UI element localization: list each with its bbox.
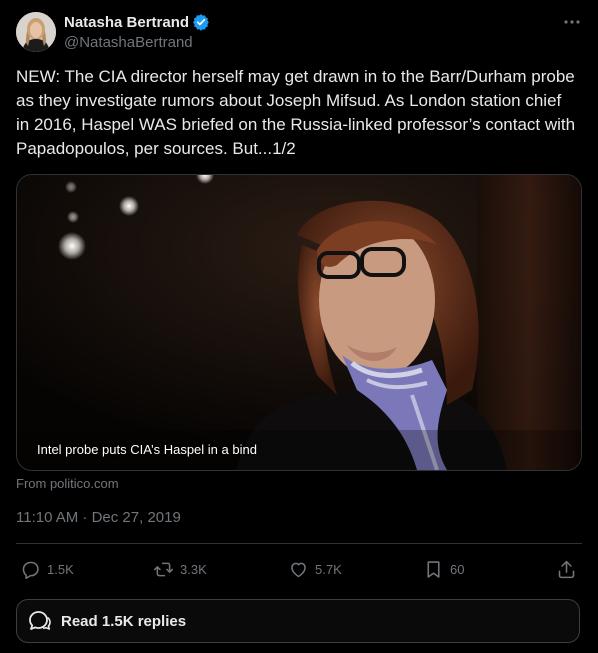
reply-icon — [22, 561, 39, 579]
action-bar: 1.5K 3.3K 5.7K 60 — [16, 552, 582, 586]
divider — [16, 543, 582, 544]
retweet-button[interactable]: 3.3K — [153, 552, 207, 586]
read-replies-button[interactable]: Read 1.5K replies — [16, 599, 580, 643]
more-icon[interactable] — [562, 16, 582, 28]
share-button[interactable] — [556, 552, 583, 586]
like-count: 5.7K — [315, 561, 342, 577]
like-button[interactable]: 5.7K — [288, 552, 342, 586]
card-title: Intel probe puts CIA’s Haspel in a bind — [37, 442, 257, 457]
author-handle[interactable]: @NatashaBertrand — [64, 34, 193, 51]
tweet-text: NEW: The CIA director herself may get dr… — [16, 67, 576, 158]
retweet-count: 3.3K — [180, 561, 207, 577]
reply-button[interactable]: 1.5K — [20, 552, 74, 586]
like-icon — [291, 562, 306, 577]
bookmark-count: 60 — [450, 561, 465, 577]
retweet-icon — [153, 562, 174, 576]
bookmark-button[interactable]: 60 — [423, 552, 464, 586]
verified-icon — [193, 14, 209, 31]
chat-bubbles-icon — [29, 611, 51, 630]
link-source[interactable]: From politico.com — [16, 476, 119, 491]
author-name[interactable]: Natasha Bertrand — [64, 14, 189, 31]
link-card[interactable]: Intel probe puts CIA’s Haspel in a bind — [16, 174, 582, 471]
reply-count: 1.5K — [47, 561, 74, 577]
card-image — [17, 175, 581, 470]
bookmark-icon — [427, 560, 440, 578]
read-replies-label: Read 1.5K replies — [61, 612, 187, 630]
share-icon — [558, 560, 575, 578]
avatar[interactable] — [16, 12, 56, 52]
timestamp[interactable]: 11:10 AM · Dec 27, 2019 — [16, 509, 181, 526]
tweet-header: Natasha Bertrand @NatashaBertrand — [16, 12, 582, 56]
